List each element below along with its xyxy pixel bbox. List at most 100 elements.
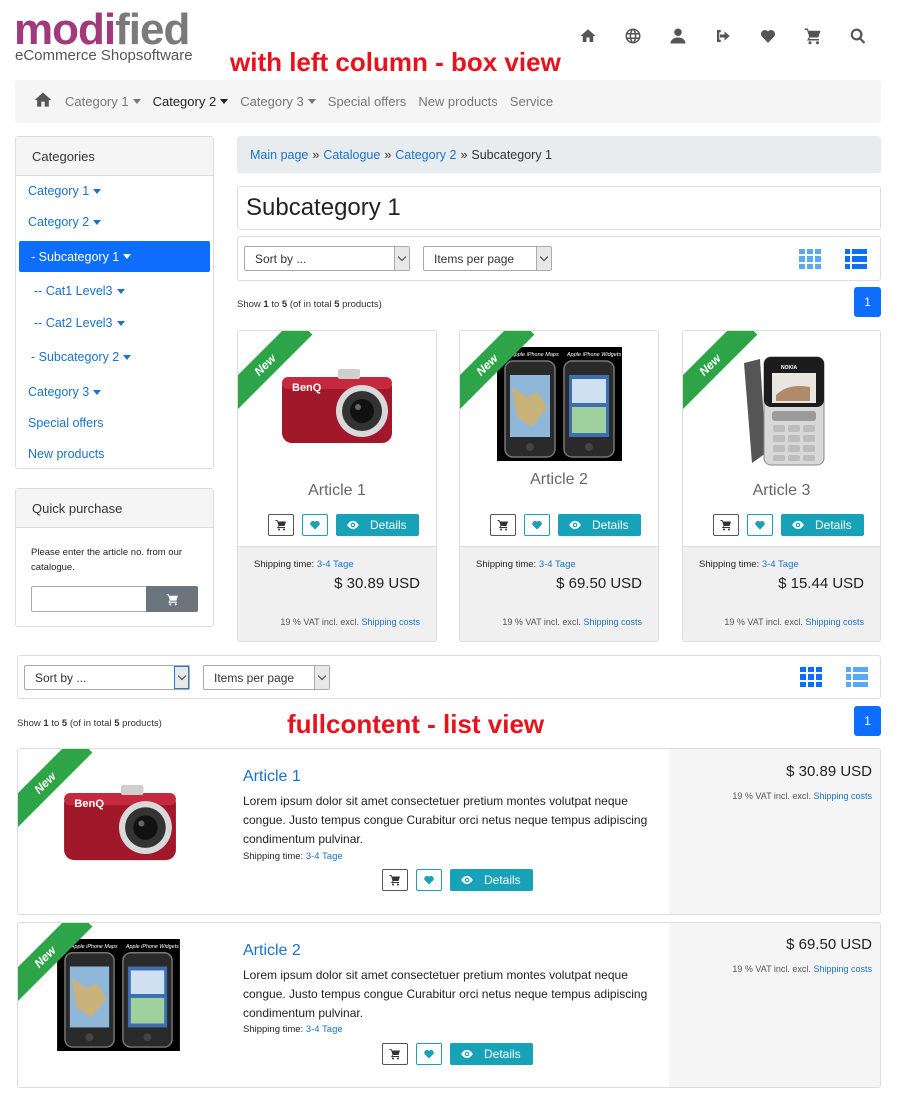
nav-item-category-1[interactable]: Category 1 xyxy=(65,94,141,109)
sort-select[interactable]: Sort by ... xyxy=(24,665,190,690)
annotation-list-view: fullcontent - list view xyxy=(287,709,545,739)
shipping-time-link[interactable]: 3-4 Tage xyxy=(762,559,799,570)
vat-info: 19 % VAT incl. excl. Shipping costs xyxy=(280,617,420,627)
nokia-phone-image[interactable]: NOKIA xyxy=(738,353,838,469)
sidebar-item-cat2-level3[interactable]: -- Cat2 Level3 xyxy=(34,316,125,330)
list-view-icon[interactable] xyxy=(846,667,868,687)
sort-select[interactable]: Sort by ... xyxy=(244,246,410,271)
breadcrumb-category-2[interactable]: Category 2 xyxy=(395,148,456,162)
wishlist-button[interactable] xyxy=(302,514,328,536)
details-button[interactable]: Details xyxy=(450,1043,533,1065)
heart-icon xyxy=(754,519,766,531)
product-name[interactable]: Article 2 xyxy=(243,942,301,960)
shipping-costs-link[interactable]: Shipping costs xyxy=(813,964,872,974)
caret-down-icon xyxy=(93,188,102,194)
eye-icon xyxy=(791,518,805,532)
sidebar-item-subcategory-1[interactable]: - Subcategory 1 xyxy=(19,241,210,272)
iphones-image[interactable]: Apple iPhone Maps Apple iPhone Widgets xyxy=(497,347,622,461)
product-price: $ 69.50 USD xyxy=(786,936,872,953)
product-actions: Details xyxy=(382,869,533,891)
details-button[interactable]: Details xyxy=(781,514,864,536)
details-button[interactable]: Details xyxy=(336,514,419,536)
iphones-image[interactable]: Apple iPhone Maps Apple iPhone Widgets xyxy=(56,939,181,1051)
quick-purchase-hint: Please enter the article no. from our ca… xyxy=(31,547,183,573)
product-name[interactable]: Article 3 xyxy=(683,482,880,500)
camera-image[interactable]: BenQ xyxy=(278,351,396,466)
main-navbar: Category 1 Category 2 Category 3 Special… xyxy=(15,80,881,123)
article-number-input[interactable] xyxy=(31,586,147,612)
add-to-cart-button[interactable] xyxy=(382,869,408,891)
product-actions: Details xyxy=(382,1043,533,1065)
product-card-3[interactable]: NOKIA New Article 3 Details Shipping tim… xyxy=(682,330,881,642)
items-per-page-select[interactable]: Items per page xyxy=(203,665,330,690)
product-name[interactable]: Article 1 xyxy=(238,482,436,500)
nav-item-label: Category 2 xyxy=(152,94,217,109)
sidebar-item-category-3[interactable]: Category 3 xyxy=(28,385,102,399)
wishlist-button[interactable] xyxy=(524,514,550,536)
nav-item-category-2[interactable]: Category 2 xyxy=(153,94,229,109)
shipping-time-link[interactable]: 3-4 Tage xyxy=(306,1024,343,1035)
product-card-1[interactable]: BenQ New Article 1 Details Shipping time… xyxy=(237,330,437,642)
shipping-time-link[interactable]: 3-4 Tage xyxy=(539,559,576,570)
shipping-time-link[interactable]: 3-4 Tage xyxy=(306,851,343,862)
sidebar-item-category-2[interactable]: Category 2 xyxy=(28,215,102,229)
search-icon[interactable] xyxy=(848,26,868,46)
camera-image[interactable]: BenQ xyxy=(60,765,180,885)
logout-icon[interactable] xyxy=(713,26,733,46)
home-icon[interactable] xyxy=(578,26,598,46)
caret-down-icon xyxy=(93,389,102,395)
listing-toolbar-bottom: Sort by ... Items per page xyxy=(17,655,881,699)
wishlist-button[interactable] xyxy=(416,869,442,891)
shipping-time-link[interactable]: 3-4 Tage xyxy=(317,559,354,570)
logo[interactable]: modified xyxy=(14,8,190,52)
sidebar-item-special-offers[interactable]: Special offers xyxy=(28,416,104,430)
items-per-page-select[interactable]: Items per page xyxy=(423,246,552,271)
add-to-cart-button[interactable] xyxy=(268,514,294,536)
user-icon[interactable] xyxy=(668,26,688,46)
add-to-cart-button[interactable] xyxy=(382,1043,408,1065)
product-name[interactable]: Article 1 xyxy=(243,768,301,786)
pagination-page-1[interactable]: 1 xyxy=(854,287,881,317)
sidebar-item-category-1[interactable]: Category 1 xyxy=(28,184,102,198)
quick-purchase-cart-button[interactable] xyxy=(146,586,198,612)
shipping-costs-link[interactable]: Shipping costs xyxy=(813,791,872,801)
nav-item-service[interactable]: Service xyxy=(510,94,553,109)
listing-toolbar-top: Sort by ... Items per page xyxy=(237,236,881,281)
list-product-2[interactable]: Apple iPhone Maps Apple iPhone Widgets N… xyxy=(17,922,881,1088)
product-name[interactable]: Article 2 xyxy=(460,471,658,489)
breadcrumb-separator: » xyxy=(460,147,468,162)
details-button[interactable]: Details xyxy=(450,869,533,891)
add-to-cart-button[interactable] xyxy=(490,514,516,536)
shipping-costs-link[interactable]: Shipping costs xyxy=(805,617,864,627)
pagination-page-1[interactable]: 1 xyxy=(854,706,881,736)
wishlist-button[interactable] xyxy=(416,1043,442,1065)
heart-icon[interactable] xyxy=(758,26,778,46)
caret-down-icon xyxy=(123,354,132,360)
list-view-icon[interactable] xyxy=(845,249,867,269)
shipping-costs-link[interactable]: Shipping costs xyxy=(361,617,420,627)
vat-info: 19 % VAT incl. excl. Shipping costs xyxy=(732,791,872,801)
breadcrumb-catalogue[interactable]: Catalogue xyxy=(323,148,380,162)
grid-view-icon[interactable] xyxy=(800,667,822,687)
wishlist-button[interactable] xyxy=(747,514,773,536)
product-card-2[interactable]: Apple iPhone Maps Apple iPhone Widgets N… xyxy=(459,330,659,642)
grid-view-icon[interactable] xyxy=(799,249,821,269)
nav-item-category-3[interactable]: Category 3 xyxy=(240,94,316,109)
cart-icon[interactable] xyxy=(803,26,823,46)
sidebar-item-cat1-level3[interactable]: -- Cat1 Level3 xyxy=(34,284,125,298)
nav-item-special-offers[interactable]: Special offers xyxy=(328,94,407,109)
sidebar-item-subcategory-2[interactable]: - Subcategory 2 xyxy=(31,350,132,364)
caret-down-icon xyxy=(93,219,102,225)
add-to-cart-button[interactable] xyxy=(713,514,739,536)
nav-item-new-products[interactable]: New products xyxy=(418,94,497,109)
list-product-1[interactable]: BenQ New Article 1 Lorem ipsum dolor sit… xyxy=(17,748,881,915)
shipping-costs-link[interactable]: Shipping costs xyxy=(583,617,642,627)
sidebar-item-new-products[interactable]: New products xyxy=(28,447,104,461)
header-icons xyxy=(578,26,868,46)
globe-icon[interactable] xyxy=(623,26,643,46)
breadcrumb-main-page[interactable]: Main page xyxy=(250,148,308,162)
details-button[interactable]: Details xyxy=(558,514,641,536)
nav-home-icon[interactable] xyxy=(33,90,53,113)
sidebar-item-label: New products xyxy=(28,447,105,461)
sidebar-item-label: - Subcategory 1 xyxy=(31,249,120,264)
